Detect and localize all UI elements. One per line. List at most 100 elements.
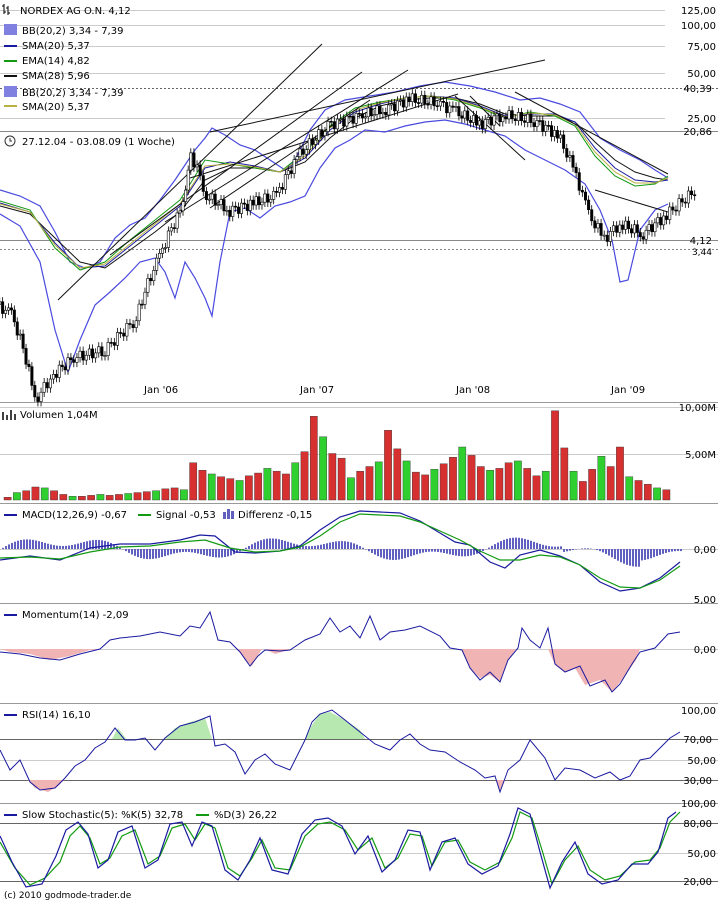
candle-body — [254, 196, 258, 206]
macd-hist-bar — [263, 539, 265, 549]
rsi-overbought-fill — [112, 712, 365, 739]
macd-hist-bar — [572, 549, 574, 551]
candle-body — [207, 198, 211, 201]
macd-hist-bar — [623, 549, 625, 564]
candle-body — [335, 118, 339, 130]
legend-swatch — [4, 24, 17, 35]
macd-hist-bar — [266, 538, 268, 549]
y-tick-label: 25,00 — [687, 114, 716, 125]
macd-hist-bar — [161, 549, 163, 558]
macd-hist-bar — [68, 545, 70, 549]
macd-hist-bar — [23, 539, 25, 549]
volume-bar — [22, 490, 31, 501]
macd-hist-bar — [56, 545, 58, 549]
macd-hist-bar — [443, 549, 445, 553]
macd-hist-bar — [287, 541, 289, 549]
macd-hist-bar — [371, 549, 373, 553]
legend-entry: Momentum(14) -2,09 — [22, 610, 129, 621]
footer-copyright: (c) 2010 godmode-trader.de — [4, 891, 132, 901]
macd-hist-bar — [596, 549, 598, 551]
volume-bar — [532, 475, 541, 501]
candle-body — [366, 107, 370, 118]
candle-body — [677, 198, 681, 212]
candle-body — [91, 348, 95, 359]
candle-body — [375, 105, 379, 115]
volume-bar — [449, 457, 457, 501]
macd-hist-bar — [32, 539, 34, 549]
legend-entry: SMA(20) 5,37 — [22, 41, 90, 52]
macd-hist-bar — [260, 540, 262, 549]
volume-bar — [180, 489, 188, 501]
candle-body — [189, 152, 193, 171]
volume-bar — [616, 446, 624, 501]
candle-body — [109, 342, 113, 344]
candle-body — [181, 201, 185, 212]
candle-body — [272, 190, 276, 200]
macd-hist-bar — [422, 549, 424, 553]
candle-body — [155, 257, 159, 271]
volume-bar — [328, 453, 337, 501]
price-grid — [0, 10, 718, 250]
y-tick-label: 50,00 — [687, 849, 716, 860]
candle-body — [63, 366, 67, 371]
macd-hist-bar — [248, 545, 250, 549]
volume-bar — [291, 462, 300, 501]
volume-bar — [282, 473, 290, 501]
candle-body — [627, 220, 631, 230]
macd-hist-bar — [518, 537, 520, 549]
candle-body — [323, 131, 327, 137]
macd-hist-bar — [656, 549, 658, 557]
volume-bar — [31, 486, 40, 501]
y-tick-label: 100,00 — [681, 799, 716, 810]
candle-body — [198, 164, 202, 176]
macd-hist-bar — [452, 549, 454, 556]
candle-body — [245, 203, 249, 211]
rsi-oversold-fill — [28, 780, 505, 792]
candle-body — [532, 122, 536, 127]
volume-bar — [606, 466, 615, 501]
macd-hist-bar — [419, 549, 421, 554]
candle-body — [659, 217, 663, 226]
macd-hist-bar — [617, 549, 619, 561]
macd-hist-bar — [158, 549, 160, 558]
candle-body — [535, 120, 539, 127]
marker-label: 20,86 — [683, 127, 712, 138]
candle-body — [363, 116, 367, 119]
macd-hist-bar — [440, 549, 442, 553]
candle-body — [495, 113, 499, 117]
candle-body — [390, 103, 394, 106]
macd-hist-bar — [680, 549, 682, 552]
candle-body — [426, 103, 430, 106]
macd-hist-bar — [545, 545, 547, 549]
macd-histogram — [2, 537, 682, 567]
macd-hist-bar — [437, 549, 439, 552]
candle-body — [608, 231, 612, 242]
candle-body — [656, 217, 660, 224]
candle-body — [387, 104, 391, 116]
candle-body — [599, 223, 603, 236]
macd-hist-bar — [143, 549, 145, 559]
x-axis: Jan '06 Jan '07 Jan '08 Jan '09 — [143, 385, 645, 396]
macd-hist-bar — [59, 545, 61, 549]
candle-body — [429, 96, 433, 105]
macd-hist-bar — [167, 549, 169, 556]
candle-body — [248, 199, 252, 211]
volume-bar — [541, 470, 550, 501]
candle-body — [24, 348, 28, 365]
candle-body — [292, 159, 296, 174]
macd-hist-bar — [257, 541, 259, 549]
legend-entry: RSI(14) 16,10 — [22, 710, 91, 721]
candle-body — [381, 112, 385, 115]
volume-bar — [133, 492, 142, 501]
x-tick-label: Jan '09 — [610, 385, 645, 396]
macd-hist-bar — [332, 541, 334, 549]
candle-body — [210, 193, 214, 200]
macd-hist-bar — [128, 549, 130, 553]
macd-hist-bar — [284, 540, 286, 549]
candle-body — [398, 99, 402, 102]
candle-body — [266, 193, 270, 203]
candle-body — [372, 114, 376, 117]
candle-body — [251, 199, 255, 206]
volume-bar — [68, 496, 77, 501]
macd-hist-bar — [149, 549, 151, 560]
